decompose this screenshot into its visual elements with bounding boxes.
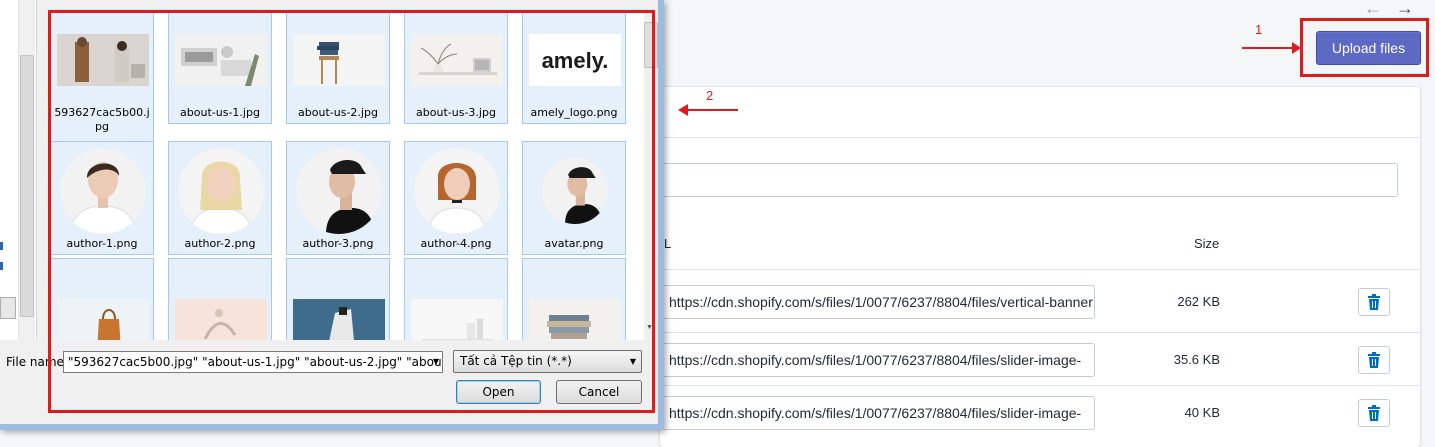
file-name-input[interactable]: "593627cac5b00.jpg" "about-us-1.jpg" "ab… [63,351,443,373]
size-column-header: Size [1194,236,1220,251]
file-tile[interactable]: about-us-3.jpg [404,10,508,124]
portrait-thumbnail-icon [411,148,503,234]
file-name: author-2.png [184,237,256,250]
svg-text:amely.: amely. [542,48,609,73]
file-name-label: File name: [6,355,68,369]
file-size: 35.6 KB [1173,352,1220,367]
photo-thumbnail-icon [175,299,267,340]
nav-item-marker [0,262,3,270]
annotation-arrowhead-1 [1292,42,1301,54]
photo-thumbnail-icon [293,17,385,103]
file-tile[interactable] [404,258,508,340]
file-size: 40 KB [1184,405,1220,420]
file-tile[interactable] [168,258,272,340]
file-tile[interactable]: about-us-2.jpg [286,10,390,124]
file-grid-scroll-thumb[interactable] [644,22,658,68]
navigation-button[interactable] [0,297,16,319]
annotation-arrowhead-2 [678,104,688,116]
photo-thumbnail-icon [411,17,503,103]
trash-icon [1368,352,1380,368]
portrait-thumbnail-icon [529,148,621,234]
url-column-header: L [664,236,672,251]
file-name: amely_logo.png [530,106,618,119]
trash-icon [1368,294,1380,310]
file-tile[interactable] [522,258,626,340]
file-type-value: Tất cả Tệp tin (*.*) [460,354,572,368]
nav-item-marker [0,242,3,250]
file-tile[interactable]: author-2.png [168,141,272,255]
portrait-thumbnail-icon [57,148,149,234]
chevron-down-icon: ▼ [629,357,636,366]
file-open-dialog: 593627cac5b00.jpg about-us-1.jpg about-u… [0,0,664,430]
table-header-divider [660,269,1420,270]
card-divider [660,137,1420,138]
delete-file-button[interactable] [1358,288,1390,316]
photo-thumbnail-icon [175,17,267,103]
scroll-down-icon[interactable]: ▼ [646,324,653,331]
open-button[interactable]: Open [456,380,541,404]
navigation-scroll-thumb[interactable] [20,55,34,317]
delete-file-button[interactable] [1358,399,1390,427]
file-search-input[interactable] [660,163,1398,197]
back-arrow-icon[interactable]: ← [1362,0,1384,17]
file-url-field[interactable]: https://cdn.shopify.com/s/files/1/0077/6… [660,343,1095,377]
file-tile[interactable]: author-1.png [50,141,154,255]
file-url-field[interactable]: https://cdn.shopify.com/s/files/1/0077/6… [660,285,1095,319]
file-tile[interactable]: about-us-1.jpg [168,10,272,124]
photo-thumbnail-icon [57,17,149,103]
file-tile[interactable] [50,258,154,340]
file-tile[interactable]: amely. amely_logo.png [522,10,626,124]
file-name: avatar.png [544,237,604,250]
portrait-thumbnail-icon [293,148,385,234]
file-tile[interactable] [286,258,390,340]
photo-thumbnail-icon [57,299,149,340]
logo-thumbnail-icon: amely. [529,17,621,103]
annotation-arrow-2 [688,109,738,111]
forward-arrow-icon[interactable]: → [1394,0,1416,17]
file-name: about-us-3.jpg [416,106,496,119]
annotation-number-2: 2 [706,88,714,103]
annotation-number-1: 1 [1255,22,1263,37]
photo-thumbnail-icon [529,299,621,340]
cancel-button[interactable]: Cancel [556,380,642,404]
file-name: author-3.png [302,237,374,250]
annotation-highlight-upload [1300,18,1429,77]
file-name: 593627cac5b00.jpg [54,106,150,133]
file-grid[interactable]: 593627cac5b00.jpg about-us-1.jpg about-u… [48,10,644,340]
photo-thumbnail-icon [293,299,385,340]
file-url-field[interactable]: https://cdn.shopify.com/s/files/1/0077/6… [660,396,1095,430]
file-size: 262 KB [1177,294,1220,309]
file-name: author-1.png [66,237,138,250]
file-tile[interactable]: author-4.png [404,141,508,255]
file-tile[interactable]: 593627cac5b00.jpg [50,10,154,142]
row-divider [660,385,1420,386]
photo-thumbnail-icon [411,299,503,340]
file-tile[interactable]: avatar.png [522,141,626,255]
trash-icon [1368,405,1380,421]
chevron-down-icon[interactable]: ▼ [433,352,439,372]
navigation-pane[interactable] [0,0,37,340]
file-tile[interactable]: author-3.png [286,141,390,255]
file-name-value: "593627cac5b00.jpg" "about-us-1.jpg" "ab… [68,355,443,369]
portrait-thumbnail-icon [175,148,267,234]
delete-file-button[interactable] [1358,346,1390,374]
file-name: about-us-1.jpg [180,106,260,119]
file-type-select[interactable]: Tất cả Tệp tin (*.*) ▼ [453,350,642,373]
file-name: author-4.png [420,237,492,250]
row-divider [660,332,1420,333]
files-card [660,87,1420,447]
file-name: about-us-2.jpg [298,106,378,119]
annotation-arrow-1 [1242,47,1292,49]
